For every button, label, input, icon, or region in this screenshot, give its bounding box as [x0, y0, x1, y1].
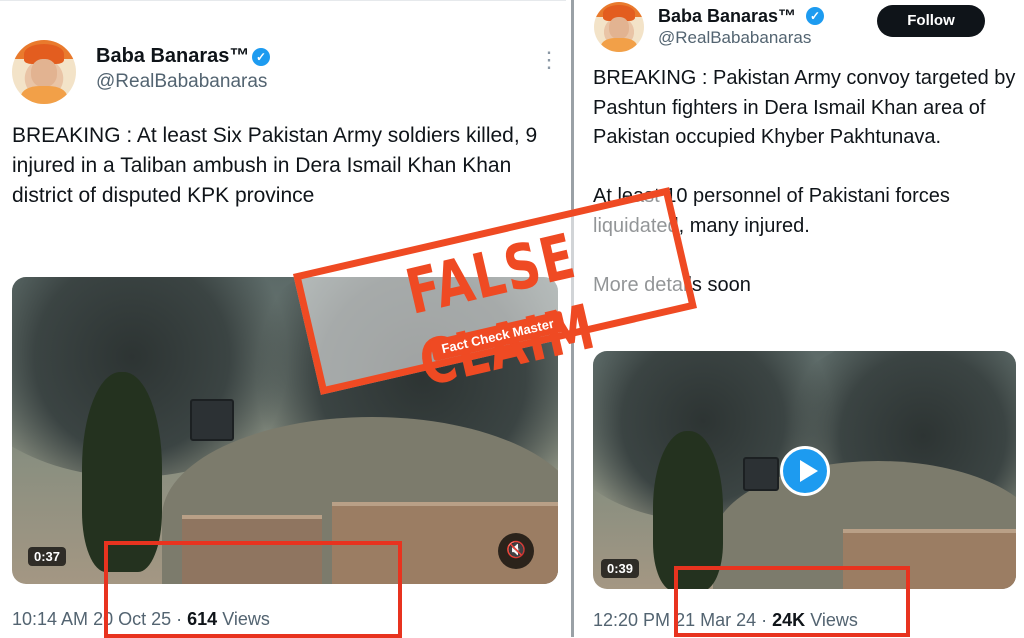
play-icon[interactable]: [780, 446, 830, 496]
date-highlight-box: [104, 541, 402, 638]
tweet-video[interactable]: 0:39: [593, 351, 1016, 589]
video-duration: 0:39: [601, 559, 640, 578]
author-name[interactable]: Baba Banaras™: [96, 45, 249, 68]
avatar[interactable]: [12, 40, 76, 104]
avatar[interactable]: [594, 2, 644, 52]
date-highlight-box: [674, 566, 910, 637]
video-duration: 0:37: [28, 547, 67, 566]
more-options-icon[interactable]: ⋮: [538, 49, 560, 71]
tweet-text: BREAKING : At least Six Pakistan Army so…: [12, 124, 538, 207]
author-name[interactable]: Baba Banaras™: [658, 6, 796, 27]
author-handle[interactable]: @RealBababanaras: [658, 28, 811, 48]
follow-button[interactable]: Follow: [877, 5, 985, 37]
tweet-time[interactable]: 12:20 PM: [593, 610, 670, 630]
mute-icon[interactable]: 🔇: [498, 533, 534, 569]
tweet-time[interactable]: 10:14 AM: [12, 609, 88, 629]
author-handle[interactable]: @RealBababanaras: [96, 71, 267, 93]
verified-badge-icon: ✓: [806, 7, 824, 25]
verified-badge-icon: ✓: [252, 48, 270, 66]
